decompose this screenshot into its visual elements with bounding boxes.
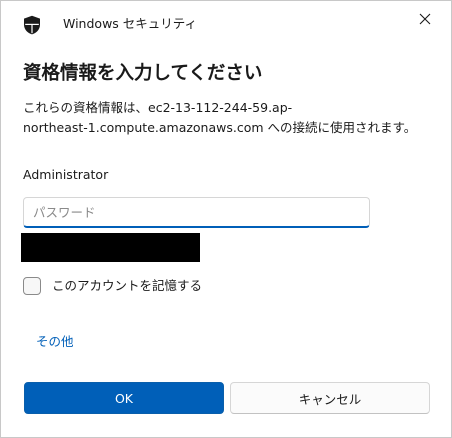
- remember-account-checkbox[interactable]: このアカウントを記憶する: [23, 276, 202, 296]
- remember-account-label[interactable]: このアカウントを記憶する: [52, 276, 202, 296]
- close-icon: [419, 10, 431, 29]
- close-button[interactable]: [405, 5, 445, 33]
- dialog-heading: 資格情報を入力してください: [23, 63, 263, 84]
- cancel-button[interactable]: キャンセル: [230, 382, 430, 414]
- ok-button[interactable]: OK: [24, 382, 224, 414]
- redacted-block: [21, 233, 200, 262]
- credential-dialog: Windows セキュリティ 資格情報を入力してください これらの資格情報は、e…: [0, 0, 452, 438]
- connection-message: これらの資格情報は、ec2-13-112-244-59.ap- northeas…: [23, 98, 423, 138]
- app-title: Windows セキュリティ: [63, 16, 198, 31]
- shield-icon: [23, 15, 41, 35]
- more-choices-link[interactable]: その他: [36, 332, 74, 352]
- password-input[interactable]: [23, 197, 370, 228]
- checkbox-box[interactable]: [23, 277, 41, 295]
- username-label: Administrator: [23, 167, 109, 182]
- message-line-2: northeast-1.compute.amazonaws.com への接続に使…: [23, 120, 417, 135]
- title-bar[interactable]: Windows セキュリティ: [1, 1, 451, 41]
- message-line-1: これらの資格情報は、ec2-13-112-244-59.ap-: [23, 100, 293, 115]
